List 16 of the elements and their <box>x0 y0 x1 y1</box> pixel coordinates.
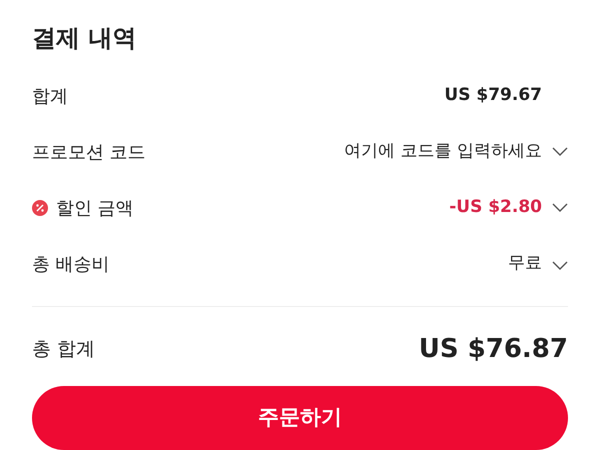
order-button[interactable]: 주문하기 <box>32 386 568 450</box>
row-label: 프로모션 코드 <box>32 140 146 164</box>
row-value[interactable]: 여기에 코드를 입력하세요 <box>344 139 542 165</box>
row-value: US $79.67 <box>444 84 542 108</box>
row-value: 무료 <box>508 252 542 276</box>
row-label: 할인 금액 <box>56 196 134 220</box>
row-label: 총 배송비 <box>32 252 110 276</box>
row-value: -US $2.80 <box>449 196 542 220</box>
total-label: 총 합계 <box>32 337 96 362</box>
total-value: US $76.87 <box>418 333 568 366</box>
chevron-down-icon[interactable] <box>552 203 568 213</box>
section-title: 결제 내역 <box>32 23 138 54</box>
chevron-down-icon[interactable] <box>552 147 568 157</box>
row-label: 합계 <box>32 84 68 108</box>
discount-icon <box>32 200 48 216</box>
chevron-down-icon[interactable] <box>552 261 568 271</box>
